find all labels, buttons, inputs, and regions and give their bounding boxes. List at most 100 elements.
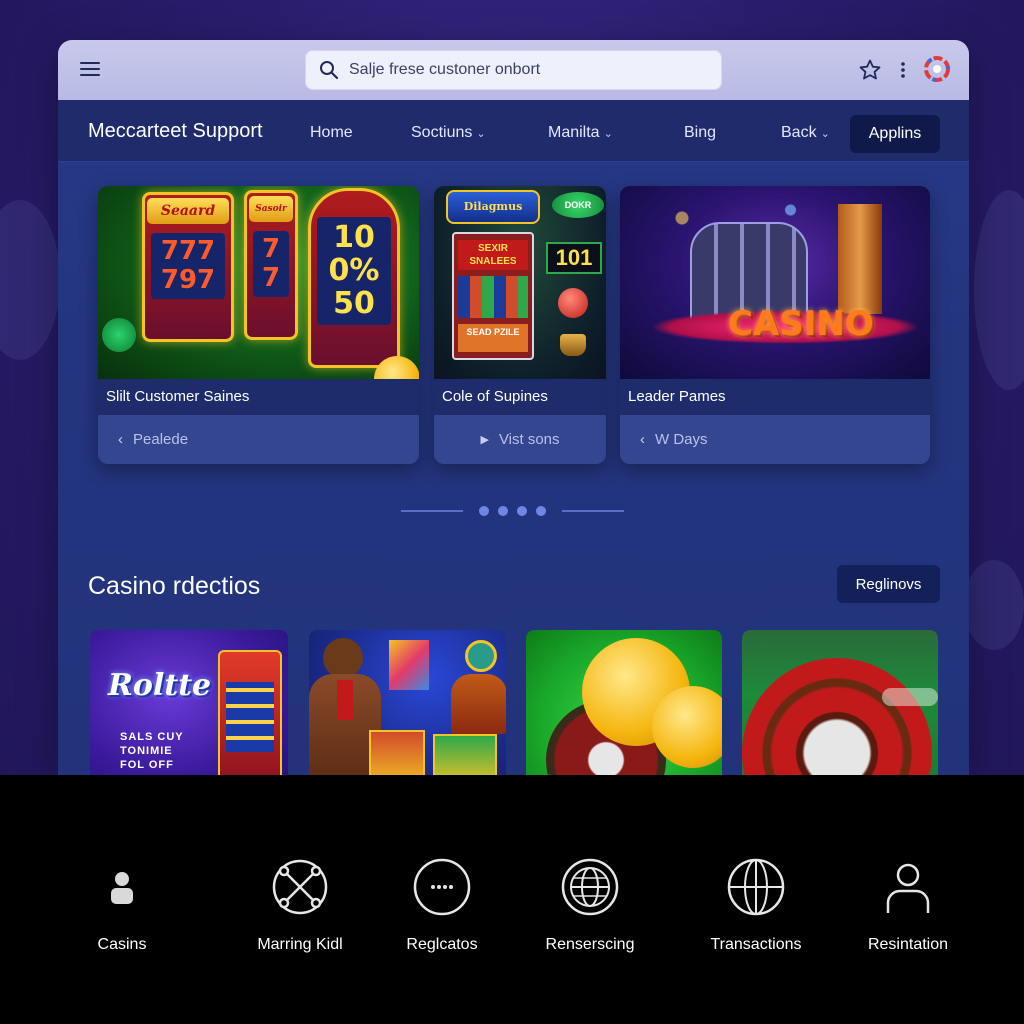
- slot-machine-art: Dilagmus SEXIR SNALEES SEAD PZILE DOKR 1…: [434, 186, 606, 379]
- dealer-head: [323, 638, 363, 678]
- dock-item-label: Resintation: [867, 936, 949, 953]
- background-map-right: [974, 190, 1024, 390]
- character-head: [465, 640, 497, 672]
- nav-item-label: Home: [310, 124, 353, 141]
- background-map-right-lower: [964, 560, 1024, 650]
- featured-card-2[interactable]: Dilagmus SEXIR SNALEES SEAD PZILE DOKR 1…: [434, 186, 606, 464]
- featured-card-3[interactable]: CASINO Leader Pames ‹ W Days: [620, 186, 930, 464]
- dock-item-marring-kidl[interactable]: Marring Kidl: [230, 855, 370, 954]
- nav-item-soctiuns[interactable]: Soctiuns ⌄: [411, 124, 486, 142]
- card-caption: Leader Pames: [620, 379, 930, 415]
- carousel-line-left: [401, 510, 463, 512]
- tile-promo-text: SALS CUY TONIMIE FOL OFF: [120, 731, 184, 771]
- table-marking: [882, 688, 938, 706]
- slot-cabinet: SEXIR SNALEES SEAD PZILE: [452, 232, 534, 360]
- carousel-line-right: [562, 510, 624, 512]
- dealer-vest: [337, 680, 353, 720]
- menu-icon[interactable]: [80, 62, 100, 78]
- carousel-dot[interactable]: [536, 506, 546, 516]
- chevron-down-icon: ⌄: [476, 128, 486, 140]
- browser-toolbar: [58, 40, 969, 100]
- dock-item-label: Reglcatos: [406, 936, 478, 953]
- dock-item-resintation[interactable]: Resintation: [838, 855, 978, 954]
- card-action[interactable]: ‹ W Days: [620, 415, 930, 464]
- nav-item-label: Manilta: [548, 124, 600, 141]
- play-icon: ▶: [480, 434, 489, 446]
- dock-item-label: Casins: [97, 936, 147, 953]
- chevron-down-icon: ⌄: [820, 128, 830, 140]
- dock-item-renserscing[interactable]: Renserscing: [520, 855, 660, 954]
- tower-graphic: [838, 204, 882, 314]
- reel-screen: 7 7: [253, 231, 289, 297]
- slot-machine-art: Seaard 777 797 Sasoir 7 7 10 0% 50: [98, 186, 419, 379]
- search-icon: [320, 61, 339, 80]
- card-action-label: Pealede: [133, 431, 189, 448]
- carousel-dot[interactable]: [498, 506, 508, 516]
- slot-machine-graphic: [218, 650, 282, 775]
- more-vertical-icon[interactable]: [896, 60, 910, 80]
- card-action[interactable]: ▶ Vist sons: [434, 415, 606, 464]
- nav-item-back[interactable]: Back ⌄: [781, 124, 830, 142]
- search-bar[interactable]: [305, 50, 722, 90]
- reel-title: Sasoir: [249, 196, 293, 222]
- tile-roulette-wheel[interactable]: [742, 630, 938, 775]
- more-horizontal-icon: [413, 858, 471, 916]
- dock-item-transactions[interactable]: Transactions: [686, 855, 826, 954]
- brand-icon[interactable]: [924, 56, 950, 82]
- slot-panel: SEXIR SNALEES: [458, 240, 528, 270]
- pot-graphic: [560, 334, 586, 356]
- slot-reel: Sasoir 7 7: [244, 190, 298, 340]
- dock-item-label: Renserscing: [545, 936, 635, 953]
- section-button[interactable]: Reglinovs: [837, 565, 940, 603]
- carousel-indicator: [58, 506, 969, 516]
- section-title: Casino rdectios: [88, 572, 261, 600]
- slot-reels: [226, 682, 274, 752]
- card-action-label: W Days: [655, 431, 708, 448]
- nav-item-label: Back: [781, 124, 817, 141]
- reel-title: Seaard: [147, 198, 229, 224]
- globe-icon: [561, 858, 619, 916]
- card-action-label: Vist sons: [498, 431, 560, 448]
- apply-button[interactable]: Applins: [850, 115, 940, 153]
- poster-graphic: [389, 640, 429, 690]
- background-map-left: [0, 200, 60, 360]
- carousel-dot[interactable]: [517, 506, 527, 516]
- slot-marquee: Dilagmus: [446, 190, 540, 224]
- network-icon: [272, 859, 328, 915]
- card-caption: Slilt Customer Saines: [98, 379, 419, 415]
- slot-reel: Seaard 777 797: [142, 192, 234, 342]
- nav-item-home[interactable]: Home: [310, 124, 353, 142]
- chevron-left-icon: ‹: [118, 431, 123, 448]
- reel-screen: 10 0% 50: [317, 217, 391, 325]
- tile-roulette-promo[interactable]: Roltte SALS CUY TONIMIE FOL OFF: [90, 630, 288, 775]
- card-action[interactable]: ‹ Pealede: [98, 415, 419, 464]
- slot-reels: [458, 276, 528, 318]
- featured-card-1[interactable]: Seaard 777 797 Sasoir 7 7 10 0% 50 Slilt…: [98, 186, 419, 464]
- globe-grid-icon: [727, 858, 785, 916]
- tile-coins-roulette[interactable]: [526, 630, 722, 775]
- site-nav: Meccarteet Support Home Soctiuns ⌄ Manilt…: [58, 100, 969, 162]
- tile-live-dealer[interactable]: [309, 630, 506, 775]
- slot-machine-graphic: [433, 734, 497, 775]
- carousel-dot[interactable]: [479, 506, 489, 516]
- slot-reel: 10 0% 50: [308, 188, 400, 368]
- slot-badge: DOKR: [552, 192, 604, 218]
- star-icon[interactable]: [858, 58, 882, 82]
- dock-item-reglcatos[interactable]: Reglcatos: [372, 855, 512, 954]
- character-figure: [451, 674, 506, 734]
- dock-item-casins[interactable]: Casins: [52, 855, 192, 954]
- search-input[interactable]: [349, 61, 709, 79]
- person-icon: [111, 872, 133, 904]
- casino-sign: CASINO: [728, 304, 874, 344]
- nav-item-bing[interactable]: Bing: [684, 124, 716, 142]
- nav-item-manilta[interactable]: Manilta ⌄: [548, 124, 613, 142]
- site-title: Meccarteet Support: [88, 120, 263, 142]
- roulette-wheel-graphic: [742, 658, 932, 775]
- ball-graphic: [558, 288, 588, 318]
- bottom-dock: Casins Marring Kidl Reglcatos Renserscin…: [0, 775, 1024, 1024]
- slot-machine-graphic: [369, 730, 425, 775]
- nav-item-label: Soctiuns: [411, 124, 473, 141]
- tile-logo-text: Roltte: [108, 668, 212, 703]
- user-outline-icon: [886, 863, 930, 913]
- casino-stage-art: CASINO: [620, 186, 930, 379]
